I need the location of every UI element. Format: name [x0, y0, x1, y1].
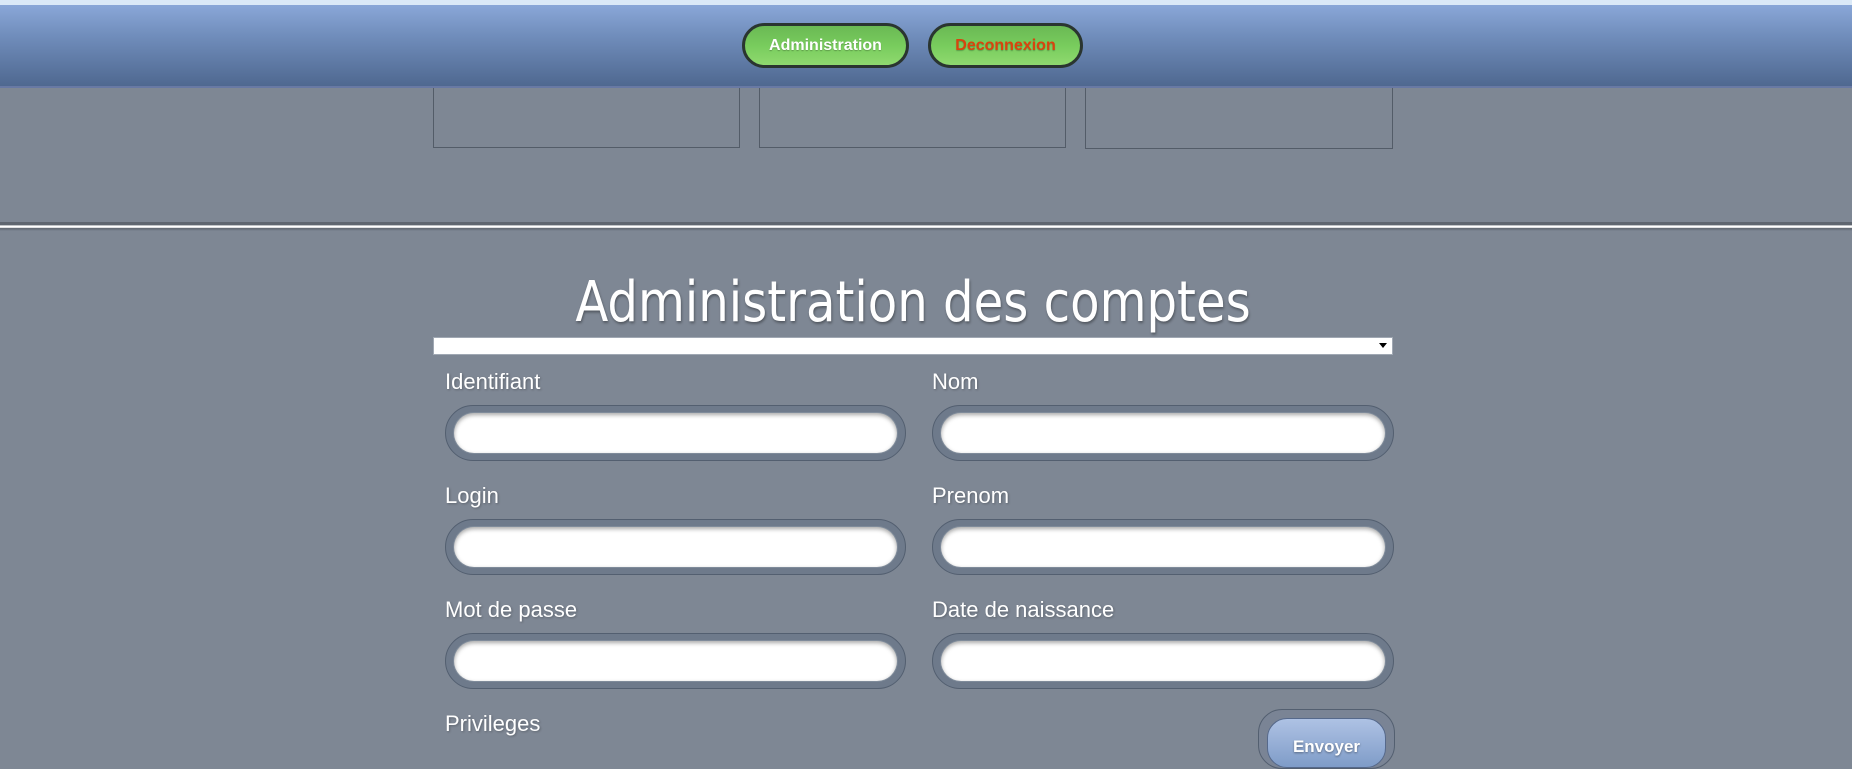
- prenom-field-wrapper: [932, 519, 1394, 575]
- identifiant-field-wrapper: [445, 405, 906, 461]
- logout-button[interactable]: Deconnexion: [928, 23, 1083, 68]
- prenom-label: Prenom: [932, 483, 1010, 508]
- date-naissance-field-wrapper: [932, 633, 1394, 689]
- identifiant-label: Identifiant: [445, 369, 541, 394]
- header-panel-2: [759, 88, 1066, 148]
- privileges-label: Privileges: [445, 711, 541, 736]
- mot-de-passe-label: Mot de passe: [445, 597, 578, 622]
- identifiant-input[interactable]: [454, 413, 897, 453]
- header-panel-3: [1085, 88, 1393, 149]
- mot-de-passe-input[interactable]: [454, 641, 897, 681]
- mot-de-passe-field-wrapper: [445, 633, 906, 689]
- nom-field-wrapper: [932, 405, 1394, 461]
- dropdown-arrow-icon: [1379, 343, 1387, 348]
- page-title: Administration des comptes: [575, 270, 1251, 335]
- nom-input[interactable]: [941, 413, 1385, 453]
- submit-button-wrapper: Envoyer: [1258, 709, 1395, 769]
- login-input[interactable]: [454, 527, 897, 567]
- nom-label: Nom: [932, 369, 979, 394]
- login-label: Login: [445, 483, 499, 508]
- section-divider: [0, 222, 1852, 231]
- navbar: Administration Deconnexion: [0, 5, 1852, 88]
- login-field-wrapper: [445, 519, 906, 575]
- administration-button[interactable]: Administration: [742, 23, 909, 68]
- submit-button[interactable]: Envoyer: [1267, 718, 1386, 768]
- account-select[interactable]: [433, 337, 1393, 355]
- prenom-input[interactable]: [941, 527, 1385, 567]
- header-panel-1: [433, 88, 740, 148]
- date-naissance-input[interactable]: [941, 641, 1385, 681]
- date-naissance-label: Date de naissance: [932, 597, 1115, 622]
